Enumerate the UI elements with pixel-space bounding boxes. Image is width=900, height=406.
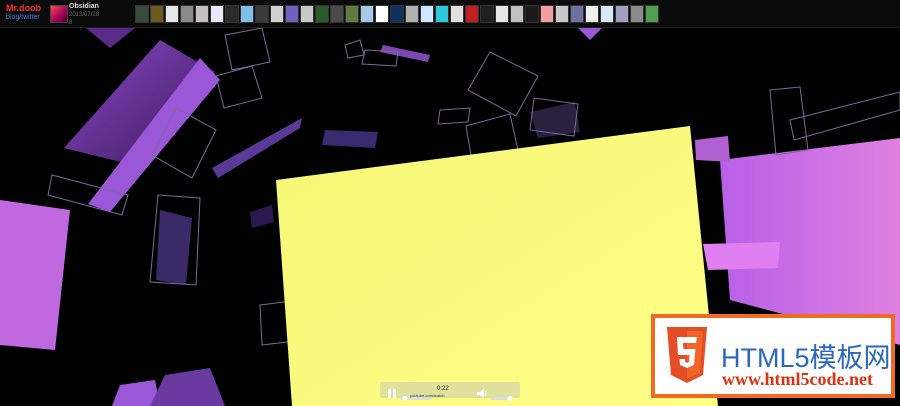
gallery-thumbnail[interactable]	[135, 5, 149, 23]
gallery-thumbnail-strip	[135, 5, 659, 23]
html5-shield-icon	[667, 327, 707, 383]
experiment-thumbnail[interactable]	[50, 5, 68, 23]
player-controls: 0:22 youtube.com/watch	[380, 382, 520, 401]
gallery-thumbnail[interactable]	[315, 5, 329, 23]
gallery-thumbnail[interactable]	[450, 5, 464, 23]
author-links[interactable]: blog/twitter	[6, 13, 41, 22]
gallery-thumbnail[interactable]	[225, 5, 239, 23]
gallery-thumbnail[interactable]	[300, 5, 314, 23]
html5code-watermark[interactable]: HTML5模板网 www.html5code.net	[651, 314, 895, 398]
player-caption: youtube.com/watch	[410, 393, 445, 398]
pause-button[interactable]	[388, 385, 396, 403]
gallery-thumbnail[interactable]	[615, 5, 629, 23]
gallery-thumbnail[interactable]	[630, 5, 644, 23]
speaker-icon	[477, 389, 487, 398]
gallery-thumbnail[interactable]	[645, 5, 659, 23]
volume-track	[491, 396, 513, 401]
gallery-thumbnail[interactable]	[390, 5, 404, 23]
experiment-title: Obsidian	[69, 3, 99, 10]
gallery-thumbnail[interactable]	[600, 5, 614, 23]
gallery-thumbnail[interactable]	[195, 5, 209, 23]
gallery-thumbnail[interactable]	[150, 5, 164, 23]
gallery-thumbnail[interactable]	[330, 5, 344, 23]
time-display: 0:22	[437, 386, 449, 392]
volume-button[interactable]	[477, 385, 487, 403]
experiment-info: Obsidian 2013/07/28 8	[69, 3, 99, 27]
gallery-thumbnail[interactable]	[465, 5, 479, 23]
gallery-thumbnail[interactable]	[435, 5, 449, 23]
gallery-thumbnail[interactable]	[570, 5, 584, 23]
volume-slider[interactable]	[491, 388, 513, 406]
gallery-thumbnail[interactable]	[510, 5, 524, 23]
gallery-thumbnail[interactable]	[405, 5, 419, 23]
author-name[interactable]: Mr.doob	[6, 4, 41, 13]
gallery-thumbnail[interactable]	[525, 5, 539, 23]
gallery-thumbnail[interactable]	[255, 5, 269, 23]
gallery-thumbnail[interactable]	[165, 5, 179, 23]
gallery-thumbnail[interactable]	[495, 5, 509, 23]
gallery-thumbnail[interactable]	[375, 5, 389, 23]
gallery-thumbnail[interactable]	[240, 5, 254, 23]
pause-icon	[388, 389, 396, 398]
gallery-thumbnail[interactable]	[585, 5, 599, 23]
purple-slab	[0, 200, 70, 350]
watermark-url: www.html5code.net	[722, 369, 873, 389]
gallery-thumbnail[interactable]	[285, 5, 299, 23]
gallery-thumbnail[interactable]	[420, 5, 434, 23]
gallery-thumbnail[interactable]	[555, 5, 569, 23]
gallery-thumbnail[interactable]	[210, 5, 224, 23]
gallery-thumbnail[interactable]	[270, 5, 284, 23]
top-bar: Mr.doob blog/twitter Obsidian 2013/07/28…	[0, 0, 900, 28]
gallery-thumbnail[interactable]	[480, 5, 494, 23]
watermark-inner: HTML5模板网 www.html5code.net	[655, 318, 891, 394]
gallery-thumbnail[interactable]	[345, 5, 359, 23]
brand: Mr.doob blog/twitter	[6, 4, 41, 22]
experiment-count: 8	[69, 20, 73, 26]
gallery-thumbnail[interactable]	[360, 5, 374, 23]
experiment-date: 2013/07/28	[69, 12, 100, 18]
gallery-thumbnail[interactable]	[540, 5, 554, 23]
gallery-thumbnail[interactable]	[180, 5, 194, 23]
